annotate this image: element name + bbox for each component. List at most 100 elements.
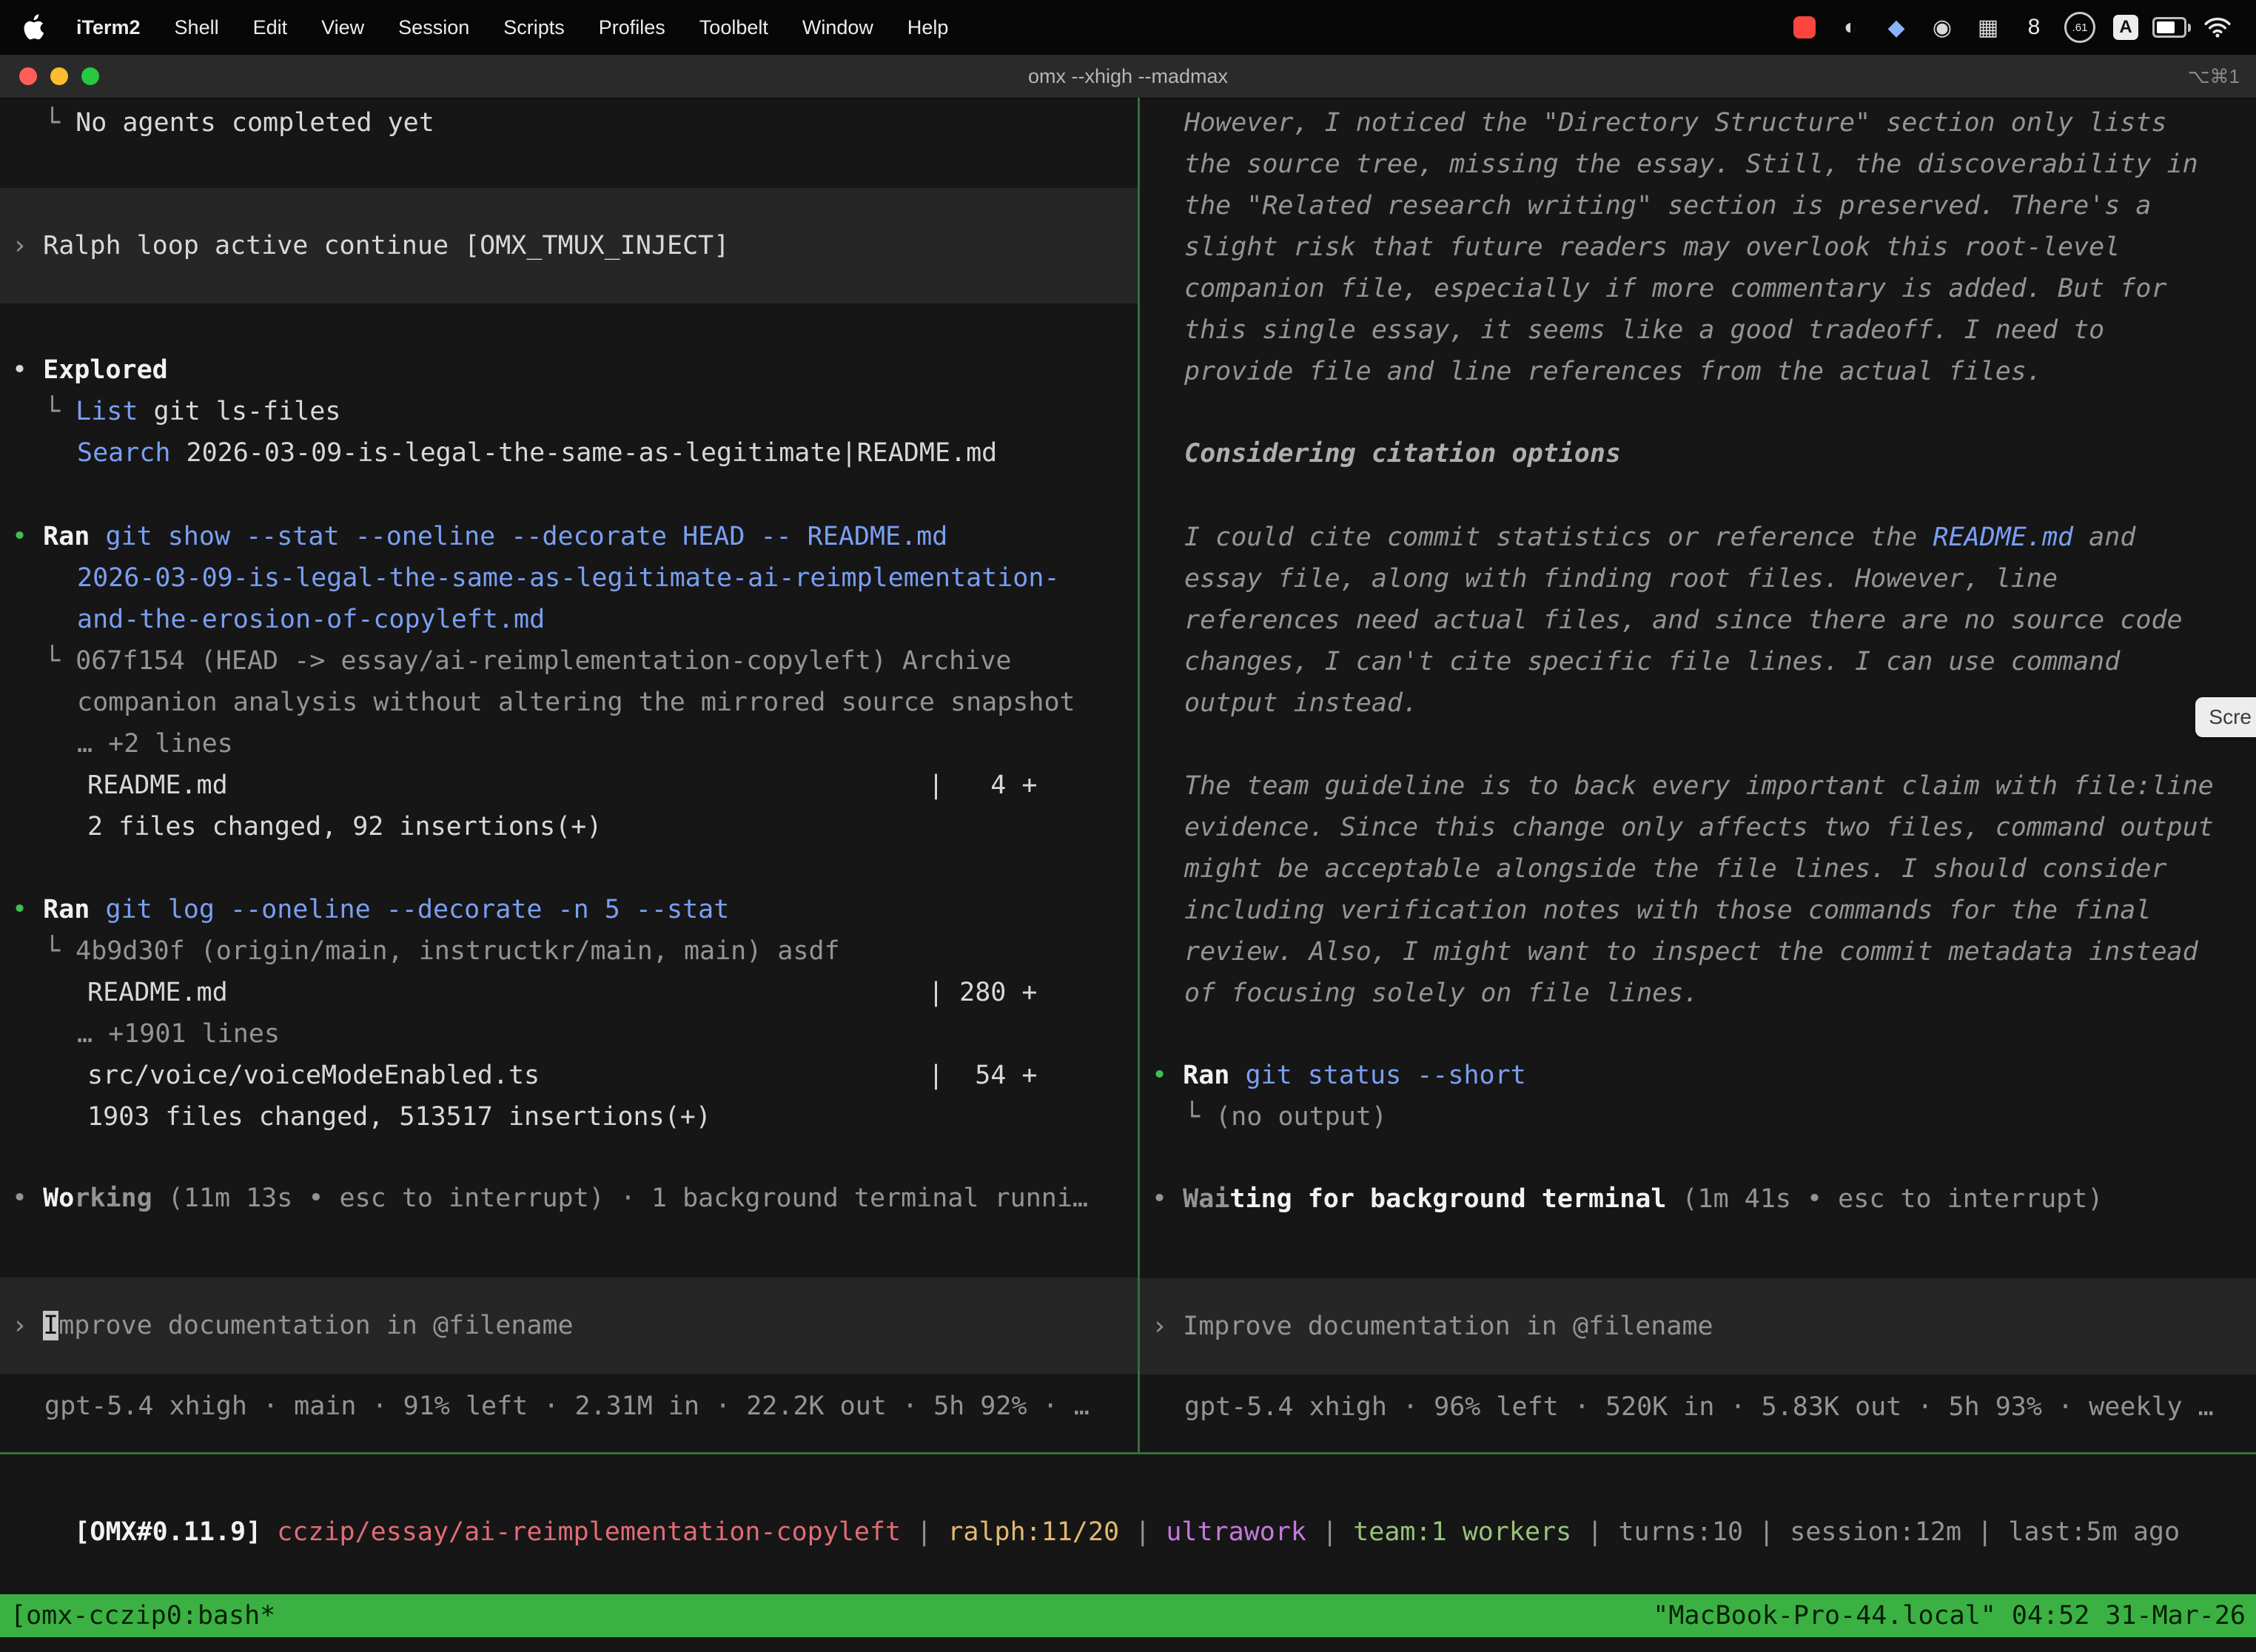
menu-bar: iTerm2ShellEditViewSessionScriptsProfile… [0, 0, 2256, 55]
text-segment: README.md [87, 770, 228, 800]
stats-icon[interactable]: 8 [2015, 8, 2053, 47]
terminal-line: 1903 files changed, 513517 insertions(+) [0, 1096, 1138, 1138]
menu-window[interactable]: Window [785, 16, 890, 39]
text-segment: Wai [1183, 1184, 1229, 1214]
text-segment: Ran [1183, 1061, 1229, 1090]
menu-toolbelt[interactable]: Toolbelt [682, 16, 785, 39]
screen-share-tooltip[interactable]: Scre [2195, 697, 2256, 737]
menu-shell[interactable]: Shell [158, 16, 236, 39]
text-segment: companion file, especially if more comme… [1184, 274, 2167, 303]
prompt-input[interactable]: › Improve documentation in @filename [1140, 1278, 2256, 1374]
apple-menu-icon[interactable] [15, 14, 59, 41]
media-player-icon[interactable]: ◉ [1923, 8, 1961, 47]
omx-team: team:1 workers [1353, 1517, 1571, 1547]
text-segment: (1m 41s • esc to interrupt) [1666, 1184, 2103, 1214]
diffstat-count: | 4 + [928, 765, 1038, 806]
text-segment: git ls-files [138, 397, 340, 426]
text-segment: However, I noticed the "Directory Struct… [1184, 108, 2167, 138]
window-titlebar: omx --xhigh --madmax ⌥⌘1 [0, 55, 2256, 98]
text-segment: 1903 files changed, 513517 insertions(+) [87, 1102, 711, 1132]
zoom-button[interactable] [81, 67, 99, 85]
diffstat-count: | 54 + [928, 1055, 1038, 1096]
text-segment: references need actual files, and since … [1184, 605, 2183, 635]
terminal-line: … +1901 lines [0, 1013, 1138, 1055]
text-segment: README.md [1933, 523, 2073, 552]
bullet-icon: • [12, 895, 43, 924]
minimize-button[interactable] [50, 67, 68, 85]
menu-profiles[interactable]: Profiles [582, 16, 682, 39]
omx-version: [OMX#0.11.9] [74, 1517, 277, 1547]
explored-header: • Explored [0, 349, 1138, 391]
text-segment: ting for background terminal [1229, 1184, 1666, 1214]
text-segment: Improve documentation in @filename [1183, 1312, 1713, 1341]
text-segment: this single essay, it seems like a good … [1184, 315, 2104, 345]
screen-recording-icon[interactable] [1785, 8, 1824, 47]
terminal-line: └ 067f154 (HEAD -> essay/ai-reimplementa… [0, 640, 1138, 682]
tmux-pane-left[interactable]: └ No agents completed yet › Ralph loop ac… [0, 98, 1138, 1452]
text-segment: Search [77, 438, 170, 468]
reasoning-text: the "Related research writing" section i… [1140, 185, 2256, 226]
omx-status-bar: [OMX#0.11.9] cczip/essay/ai-reimplementa… [0, 1454, 2256, 1610]
ran-command: • Ran git log --oneline --decorate -n 5 … [0, 889, 1138, 930]
text-segment: git show --stat --oneline --decorate HEA… [90, 522, 947, 551]
reasoning-text: slight risk that future readers may over… [1140, 226, 2256, 268]
reasoning-text: essay file, along with finding root file… [1140, 558, 2256, 600]
reasoning-text: this single essay, it seems like a good … [1140, 309, 2256, 351]
text-segment: mprove documentation in @filename [58, 1311, 573, 1340]
desktop: iTerm2ShellEditViewSessionScriptsProfile… [0, 0, 2256, 1652]
terminal-line: Search 2026-03-09-is-legal-the-same-as-l… [0, 432, 1138, 474]
tmux-status-bar: [omx-cczip0:bash* "MacBook-Pro-44.local"… [0, 1594, 2256, 1637]
tmux-pane-right[interactable]: However, I noticed the "Directory Struct… [1140, 98, 2256, 1452]
text-segment: README.md [87, 978, 228, 1007]
battery-gauge-icon[interactable]: .61 [2061, 8, 2099, 47]
ran-command: • Ran git status --short [1140, 1055, 2256, 1096]
wifi-icon[interactable] [2198, 8, 2237, 47]
menu-session[interactable]: Session [381, 16, 486, 39]
reasoning-text: might be acceptable alongside the file l… [1140, 848, 2256, 890]
text-segment: Wo [43, 1183, 74, 1213]
omx-session: session:12m [1790, 1517, 1961, 1547]
ralph-loop-banner: › Ralph loop active continue [OMX_TMUX_I… [0, 188, 1138, 303]
raycast-icon[interactable]: ◆ [1877, 8, 1916, 47]
text-segment: src/voice/voiceModeEnabled.ts [87, 1061, 540, 1090]
text-segment: List [75, 397, 138, 426]
text-segment: … +1901 lines [77, 1019, 280, 1049]
prompt-icon: › [1152, 1312, 1183, 1341]
apps-grid-icon[interactable]: ▦ [1969, 8, 2007, 47]
text-segment: No agents completed yet [75, 108, 434, 138]
menu-status-icons: ◐◆◉▦8.61A [1785, 8, 2241, 47]
text-segment: └ [44, 397, 75, 426]
text-segment: … +2 lines [77, 729, 233, 759]
bullet-icon: • [12, 522, 43, 551]
input-source-icon[interactable]: A [2106, 8, 2145, 47]
text-segment: slight risk that future readers may over… [1184, 232, 2120, 262]
menu-help[interactable]: Help [890, 16, 966, 39]
ran-command: • Ran git show --stat --oneline --decora… [0, 516, 1138, 557]
text-segment: gpt-5.4 xhigh · 96% left · 520K in · 5.8… [1184, 1392, 2214, 1422]
prompt-input[interactable]: › Improve documentation in @filename [0, 1277, 1138, 1374]
text-segment: └ [44, 646, 75, 676]
close-button[interactable] [19, 67, 37, 85]
bullet-icon: • [1152, 1061, 1183, 1090]
text-segment: the "Related research writing" section i… [1184, 191, 2151, 221]
reasoning-text: provide file and line references from th… [1140, 351, 2256, 392]
bullet-icon: • [1152, 1184, 1183, 1214]
prompt-icon: › [12, 1311, 43, 1340]
terminal-line: └ 4b9d30f (origin/main, instructkr/main,… [0, 930, 1138, 972]
menu-edit[interactable]: Edit [236, 16, 305, 39]
menu-view[interactable]: View [304, 16, 381, 39]
text-segment: might be acceptable alongside the file l… [1184, 854, 2167, 884]
omx-ralph-counter: ralph:11/20 [947, 1517, 1119, 1547]
reasoning-text: changes, I can't cite specific file line… [1140, 641, 2256, 682]
menu-scripts[interactable]: Scripts [486, 16, 582, 39]
text-segment: (11m 13s • esc to interrupt) · 1 backgro… [152, 1183, 1088, 1213]
browser-icon[interactable]: ◐ [1831, 8, 1870, 47]
battery-icon[interactable] [2152, 8, 2191, 47]
separator: | [1119, 1517, 1166, 1547]
text-segment: review. Also, I might want to inspect th… [1184, 937, 2198, 967]
menu-iterm2[interactable]: iTerm2 [59, 16, 158, 39]
text-segment: changes, I can't cite specific file line… [1184, 647, 2120, 676]
reasoning-text: companion file, especially if more comme… [1140, 268, 2256, 309]
text-segment: └ [1184, 1102, 1215, 1132]
tmux-session-window[interactable]: [omx-cczip0:bash* [10, 1601, 275, 1631]
